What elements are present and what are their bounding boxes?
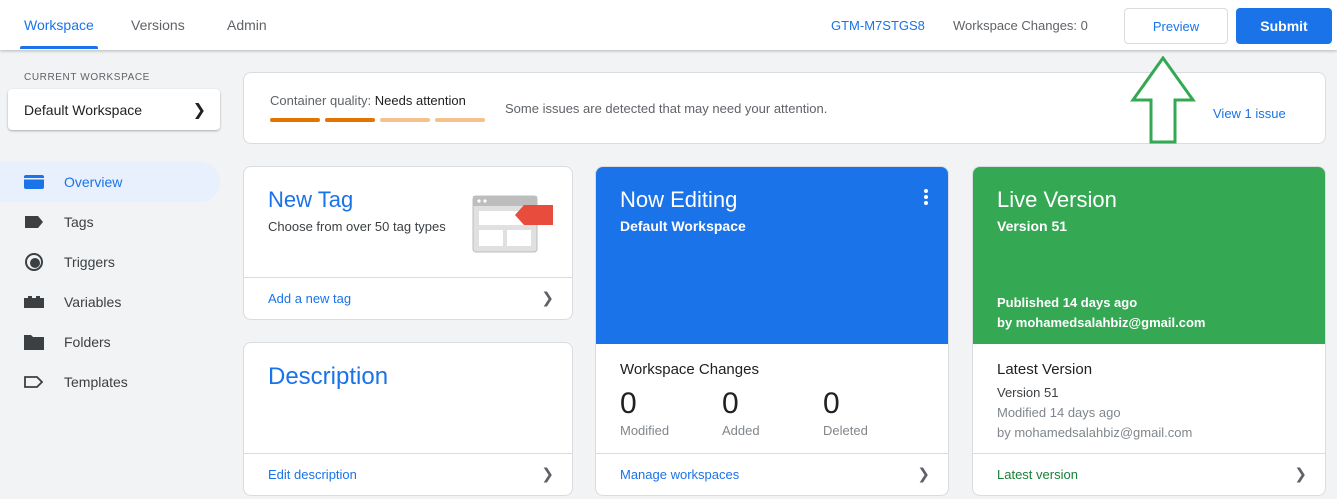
active-tab-indicator	[20, 46, 98, 49]
latest-version-modified: Modified 14 days ago	[997, 405, 1121, 420]
sidebar-item-label: Templates	[64, 374, 128, 390]
tab-versions[interactable]: Versions	[131, 17, 185, 33]
template-icon	[24, 372, 44, 392]
latest-version-modified-by: by mohamedsalahbiz@gmail.com	[997, 425, 1193, 440]
sidebar-item-label: Folders	[64, 334, 111, 350]
sidebar-item-triggers[interactable]: Triggers	[0, 242, 220, 282]
chevron-right-icon: ❯	[541, 466, 554, 483]
sidebar-item-label: Variables	[64, 294, 122, 310]
stat-value: 0	[823, 387, 840, 420]
stat-label: Modified	[620, 423, 670, 438]
new-tag-card: New Tag Choose from over 50 tag types Ad…	[243, 166, 573, 320]
description-footer[interactable]: Edit description ❯	[244, 453, 572, 495]
now-editing-title: Now Editing	[620, 187, 738, 212]
published-info: Published 14 days ago by mohamedsalahbiz…	[997, 293, 1205, 333]
container-id-link[interactable]: GTM-M7STGS8	[831, 18, 925, 33]
overview-icon	[24, 172, 44, 192]
stat-value: 0	[620, 387, 637, 420]
quality-message: Some issues are detected that may need y…	[505, 101, 828, 116]
stat-modified: 0 Modified	[620, 387, 669, 438]
quality-meter	[270, 118, 485, 122]
chevron-right-icon: ❯	[192, 102, 206, 119]
manage-workspaces-link[interactable]: Manage workspaces	[620, 467, 739, 482]
tab-workspace[interactable]: Workspace	[24, 17, 94, 33]
live-version-card: Live Version Version 51 Published 14 day…	[972, 166, 1326, 496]
sidebar-item-label: Tags	[64, 214, 94, 230]
workspace-name: Default Workspace	[24, 101, 143, 118]
view-issue-link[interactable]: View 1 issue	[1213, 106, 1286, 121]
folder-icon	[24, 332, 44, 352]
workspace-selector[interactable]: Default Workspace ❯	[8, 89, 220, 130]
now-editing-footer[interactable]: Manage workspaces ❯	[596, 453, 948, 495]
stat-label: Deleted	[823, 423, 868, 438]
live-version-number: Version 51	[997, 218, 1068, 234]
workspace-changes-title: Workspace Changes	[620, 361, 759, 378]
container-quality-label: Container quality: Needs attention	[270, 93, 466, 108]
now-editing-workspace: Default Workspace	[620, 218, 746, 234]
more-options-icon[interactable]	[924, 189, 928, 207]
submit-button[interactable]: Submit	[1236, 8, 1332, 44]
stat-label: Added	[722, 423, 760, 438]
chevron-right-icon: ❯	[541, 290, 554, 307]
stat-deleted: 0 Deleted	[823, 387, 868, 438]
sidebar-item-folders[interactable]: Folders	[0, 322, 220, 362]
tag-illustration-icon	[472, 195, 553, 253]
sidebar-item-label: Overview	[64, 174, 123, 190]
sidebar-item-tags[interactable]: Tags	[0, 202, 220, 242]
variables-icon	[24, 292, 44, 312]
new-tag-footer[interactable]: Add a new tag ❯	[244, 277, 572, 319]
latest-version-title: Latest Version	[997, 361, 1093, 378]
tab-admin[interactable]: Admin	[227, 17, 267, 33]
top-bar: Workspace Versions Admin GTM-M7STGS8 Wor…	[0, 0, 1337, 50]
now-editing-card: Now Editing Default Workspace Workspace …	[595, 166, 949, 496]
tag-icon	[24, 212, 44, 232]
quality-bar	[435, 118, 485, 122]
now-editing-header: Now Editing Default Workspace	[596, 167, 948, 344]
quality-bar	[325, 118, 375, 122]
description-title: Description	[268, 363, 389, 390]
quality-bar	[270, 118, 320, 122]
sidebar-item-label: Triggers	[64, 254, 115, 270]
published-time: Published 14 days ago	[997, 295, 1138, 310]
chevron-right-icon: ❯	[917, 466, 930, 483]
sidebar-item-overview[interactable]: Overview	[0, 162, 220, 202]
latest-version-number: Version 51	[997, 385, 1059, 400]
sidebar-item-templates[interactable]: Templates	[0, 362, 220, 402]
new-tag-description: Choose from over 50 tag types	[268, 219, 446, 234]
live-version-header: Live Version Version 51 Published 14 day…	[973, 167, 1325, 344]
latest-version-link[interactable]: Latest version	[997, 467, 1078, 482]
up-arrow-icon	[1130, 56, 1196, 144]
stat-added: 0 Added	[722, 387, 760, 438]
published-by: by mohamedsalahbiz@gmail.com	[997, 315, 1206, 330]
edit-description-link[interactable]: Edit description	[268, 467, 357, 482]
quality-label-text: Container quality:	[270, 93, 375, 108]
preview-button[interactable]: Preview	[1124, 8, 1228, 44]
current-workspace-label: CURRENT WORKSPACE	[24, 72, 150, 83]
live-version-title: Live Version	[997, 187, 1117, 212]
quality-status: Needs attention	[374, 93, 466, 108]
quality-bar	[380, 118, 430, 122]
trigger-icon	[24, 252, 44, 272]
description-card: Description Edit description ❯	[243, 342, 573, 496]
sidebar-item-variables[interactable]: Variables	[0, 282, 220, 322]
stat-value: 0	[722, 387, 739, 420]
add-new-tag-link[interactable]: Add a new tag	[268, 291, 351, 306]
new-tag-title[interactable]: New Tag	[268, 187, 353, 213]
live-version-footer[interactable]: Latest version ❯	[973, 453, 1325, 495]
chevron-right-icon: ❯	[1294, 466, 1307, 483]
workspace-changes-count: Workspace Changes: 0	[953, 18, 1088, 33]
